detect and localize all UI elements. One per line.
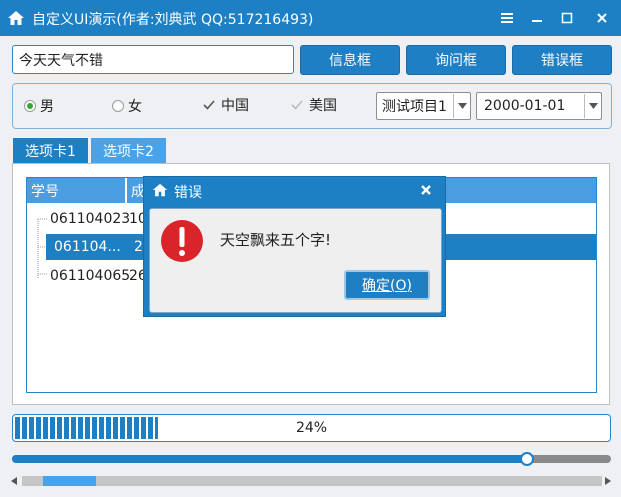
close-icon[interactable] bbox=[589, 6, 615, 30]
column-header-id[interactable]: 学号 bbox=[27, 178, 126, 203]
slider-handle[interactable] bbox=[520, 452, 534, 466]
checkbox-usa-label: 美国 bbox=[309, 98, 337, 114]
ask-button[interactable]: 询问框 bbox=[406, 45, 506, 75]
text-input[interactable]: 今天天气不错 bbox=[12, 45, 294, 74]
progress-bar: 24% bbox=[12, 414, 611, 442]
radio-checked-icon bbox=[24, 100, 36, 112]
cell-id: 061104065 bbox=[50, 268, 131, 284]
checkmark-disabled-icon bbox=[291, 100, 303, 110]
progress-label: 24% bbox=[295, 420, 328, 436]
error-dialog[interactable]: 错误 天空飘来五个字! 确定(O) bbox=[143, 176, 446, 317]
scrollbar-track[interactable] bbox=[22, 476, 602, 486]
project-combo-value: 测试项目1 bbox=[382, 99, 447, 115]
date-combo-value: 2000-01-01 bbox=[484, 98, 566, 114]
cell-id: 061104023 bbox=[50, 211, 131, 227]
scrollbar-thumb[interactable] bbox=[43, 476, 96, 486]
chevron-down-icon[interactable] bbox=[453, 94, 470, 118]
checkmark-icon bbox=[203, 100, 215, 110]
tab-1[interactable]: 选项卡1 bbox=[13, 138, 88, 163]
cell-score: 2 bbox=[134, 239, 143, 255]
maximize-icon[interactable] bbox=[554, 6, 580, 30]
radio-male[interactable]: 男 bbox=[24, 96, 54, 116]
checkbox-china-label: 中国 bbox=[221, 98, 249, 114]
dialog-close-icon[interactable] bbox=[419, 183, 435, 199]
error-button[interactable]: 错误框 bbox=[512, 45, 612, 75]
ok-button-label: 确定(O) bbox=[362, 278, 412, 294]
chevron-down-icon[interactable] bbox=[584, 94, 601, 118]
dialog-body: 天空飘来五个字! 确定(O) bbox=[149, 208, 442, 313]
project-combo[interactable]: 测试项目1 bbox=[376, 92, 471, 120]
date-combo[interactable]: 2000-01-01 bbox=[476, 92, 602, 120]
dialog-title: 错误 bbox=[174, 185, 202, 201]
info-button[interactable]: 信息框 bbox=[300, 45, 400, 75]
text-input-value: 今天天气不错 bbox=[19, 52, 103, 69]
title-bar[interactable]: 自定义UI演示(作者:刘典武 QQ:517216493) bbox=[0, 0, 621, 36]
ok-button[interactable]: 确定(O) bbox=[344, 270, 430, 300]
radio-female-label: 女 bbox=[128, 99, 142, 115]
menu-icon[interactable] bbox=[494, 6, 520, 30]
tab-2[interactable]: 选项卡2 bbox=[91, 138, 166, 163]
radio-unchecked-icon bbox=[112, 100, 124, 112]
error-icon bbox=[161, 220, 203, 262]
horizontal-scrollbar[interactable] bbox=[8, 474, 612, 488]
radio-male-label: 男 bbox=[40, 99, 54, 115]
home-icon bbox=[8, 11, 24, 25]
home-icon bbox=[152, 183, 168, 197]
checkbox-china[interactable]: 中国 bbox=[203, 95, 249, 115]
scroll-right-icon[interactable] bbox=[604, 477, 612, 485]
checkbox-usa[interactable]: 美国 bbox=[291, 95, 337, 115]
window-title: 自定义UI演示(作者:刘典武 QQ:517216493) bbox=[32, 12, 314, 28]
radio-female[interactable]: 女 bbox=[112, 96, 142, 116]
dialog-message: 天空飘来五个字! bbox=[220, 231, 332, 249]
slider-fill bbox=[12, 455, 527, 463]
scroll-left-icon[interactable] bbox=[10, 477, 18, 485]
cell-id: 061104... bbox=[54, 239, 121, 255]
minimize-icon[interactable] bbox=[524, 6, 550, 30]
